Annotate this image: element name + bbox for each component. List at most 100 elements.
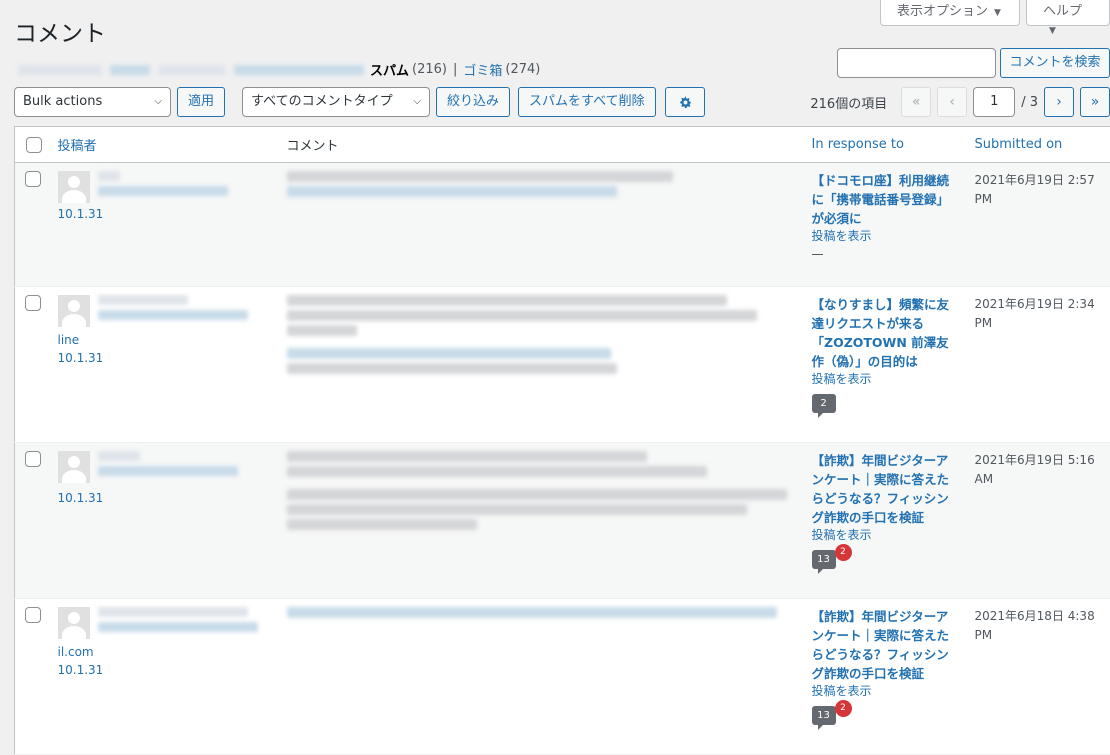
row-check-cell	[15, 599, 48, 755]
filter-trash[interactable]: ゴミ箱	[463, 60, 502, 79]
blurred-line	[287, 504, 747, 515]
author-ip[interactable]: 10.1.31	[58, 207, 267, 221]
author-email[interactable]: line	[58, 333, 267, 347]
approved-comments-bubble[interactable]: 13	[812, 550, 836, 569]
row-checkbox[interactable]	[25, 295, 41, 311]
blurred-line	[287, 451, 647, 462]
author-details	[98, 295, 248, 325]
help-label: ヘルプ	[1043, 4, 1082, 19]
bulk-actions-value: Bulk actions	[23, 94, 102, 109]
page-title: コメント	[14, 14, 106, 48]
author-ip[interactable]: 10.1.31	[58, 663, 267, 677]
approved-comments-bubble[interactable]: 13	[812, 706, 836, 725]
caret-down-icon: ▼	[1049, 26, 1056, 36]
comment-cell	[277, 599, 802, 755]
filter-separator: |	[453, 62, 457, 77]
pending-comments-badge[interactable]: 2	[835, 544, 852, 561]
row-check-cell	[15, 287, 48, 443]
screen-options-tab[interactable]: 表示オプション▼	[880, 0, 1020, 26]
author-cell: line 10.1.31	[48, 287, 277, 443]
apply-button[interactable]: 適用	[177, 87, 225, 117]
item-count: 216個の項目	[810, 93, 887, 112]
empty-spam-button[interactable]: スパムをすべて削除	[518, 87, 656, 117]
response-post-title[interactable]: 【なりすまし】頻繁に友達リクエストが来る「ZOZOTOWN 前澤友作（偽）」の目…	[812, 295, 955, 371]
response-post-title[interactable]: 【詐欺】年間ビジターアンケート｜実際に答えたらどうなる？フィッシング詐欺の手口を…	[812, 451, 955, 527]
author-email[interactable]: il.com	[58, 645, 267, 659]
response-post-title[interactable]: 【詐欺】年間ビジターアンケート｜実際に答えたらどうなる？フィッシング詐欺の手口を…	[812, 607, 955, 683]
current-page-input[interactable]: 1	[973, 87, 1015, 117]
view-post-link[interactable]: 投稿を表示	[812, 228, 955, 245]
comment-count-wrap: 2	[812, 394, 836, 413]
blurred-comment-text	[287, 607, 792, 618]
row-checkbox[interactable]	[25, 171, 41, 187]
submitted-date[interactable]: 2021年6月19日 2:34 PM	[975, 295, 1101, 333]
spam-count: (216)	[412, 62, 447, 77]
response-cell: 【詐欺】年間ビジターアンケート｜実際に答えたらどうなる？フィッシング詐欺の手口を…	[802, 599, 965, 755]
author-cell: 10.1.31	[48, 443, 277, 599]
comment-cell	[277, 163, 802, 287]
pending-comments-badge[interactable]: 2	[835, 700, 852, 717]
author-block: il.com 10.1.31	[58, 607, 267, 677]
submitted-date[interactable]: 2021年6月19日 5:16 AM	[975, 451, 1101, 489]
author-cell: il.com 10.1.31	[48, 599, 277, 755]
row-checkbox[interactable]	[25, 451, 41, 467]
select-all-cell	[15, 127, 48, 163]
approved-comments-bubble[interactable]: 2	[812, 394, 836, 413]
column-submitted[interactable]: Submitted on	[965, 127, 1110, 163]
blurred-comment-text	[287, 451, 792, 530]
blurred-line	[287, 310, 757, 321]
blurred-author-name	[98, 295, 188, 305]
submitted-cell: 2021年6月19日 5:16 AM	[965, 443, 1110, 599]
submitted-date[interactable]: 2021年6月19日 2:57 PM	[975, 171, 1101, 209]
next-page-button[interactable]: ›	[1044, 87, 1074, 117]
trash-count: (274)	[505, 62, 540, 77]
select-all-checkbox[interactable]	[26, 137, 42, 153]
row-checkbox[interactable]	[25, 607, 41, 623]
blurred-author-url	[98, 186, 228, 196]
view-post-link[interactable]: 投稿を表示	[812, 683, 955, 700]
filter-button[interactable]: 絞り込み	[436, 87, 510, 117]
comments-table: 投稿者 コメント In response to Submitted on 10.…	[14, 126, 1110, 755]
table-row: il.com 10.1.31 【詐欺】年間ビジターアンケート｜実際に答えたらどう…	[15, 599, 1110, 755]
comment-status-filters: スパム (216) | ゴミ箱 (274)	[18, 60, 540, 79]
author-ip[interactable]: 10.1.31	[58, 491, 267, 505]
author-block: line 10.1.31	[58, 295, 267, 365]
blurred-line	[287, 186, 617, 197]
blurred-line	[287, 295, 727, 306]
blurred-comment-text	[287, 171, 792, 197]
view-post-link[interactable]: 投稿を表示	[812, 527, 955, 544]
author-ip[interactable]: 10.1.31	[58, 351, 267, 365]
bulk-actions-select[interactable]: Bulk actions ⌵	[14, 87, 171, 117]
comment-type-select[interactable]: すべてのコメントタイプ ⌵	[242, 87, 430, 117]
screen-meta-links: 表示オプション▼ ヘルプ▼	[880, 0, 1110, 26]
submitted-cell: 2021年6月18日 4:38 PM	[965, 599, 1110, 755]
column-author[interactable]: 投稿者	[48, 127, 277, 163]
blurred-line	[287, 607, 777, 618]
response-post-title[interactable]: 【ドコモロ座】利用継続に「携帯電話番号登録」が必須に	[812, 171, 955, 228]
comment-cell	[277, 287, 802, 443]
help-tab[interactable]: ヘルプ▼	[1026, 0, 1110, 26]
submitted-date[interactable]: 2021年6月18日 4:38 PM	[975, 607, 1101, 645]
response-cell: 【ドコモロ座】利用継続に「携帯電話番号登録」が必須に 投稿を表示 —	[802, 163, 965, 287]
author-details	[98, 607, 258, 637]
search-button[interactable]: コメントを検索	[1000, 48, 1110, 78]
author-details	[98, 171, 228, 201]
view-post-link[interactable]: 投稿を表示	[812, 371, 955, 388]
settings-gear-button[interactable]	[665, 87, 705, 117]
row-check-cell	[15, 443, 48, 599]
search-input[interactable]	[837, 48, 996, 78]
last-page-button[interactable]: »	[1080, 87, 1110, 117]
blurred-line	[287, 519, 477, 530]
blurred-line	[287, 348, 611, 359]
filter-spam[interactable]: スパム	[370, 60, 409, 79]
table-header-row: 投稿者 コメント In response to Submitted on	[15, 127, 1110, 163]
blurred-comment-text	[287, 295, 792, 374]
author-block: 10.1.31	[58, 171, 267, 221]
caret-down-icon: ▼	[994, 8, 1001, 18]
author-block: 10.1.31	[58, 451, 267, 505]
comment-cell	[277, 443, 802, 599]
column-response[interactable]: In response to	[802, 127, 965, 163]
avatar	[58, 171, 90, 203]
blurred-author-url	[98, 310, 248, 320]
response-cell: 【なりすまし】頻繁に友達リクエストが来る「ZOZOTOWN 前澤友作（偽）」の目…	[802, 287, 965, 443]
